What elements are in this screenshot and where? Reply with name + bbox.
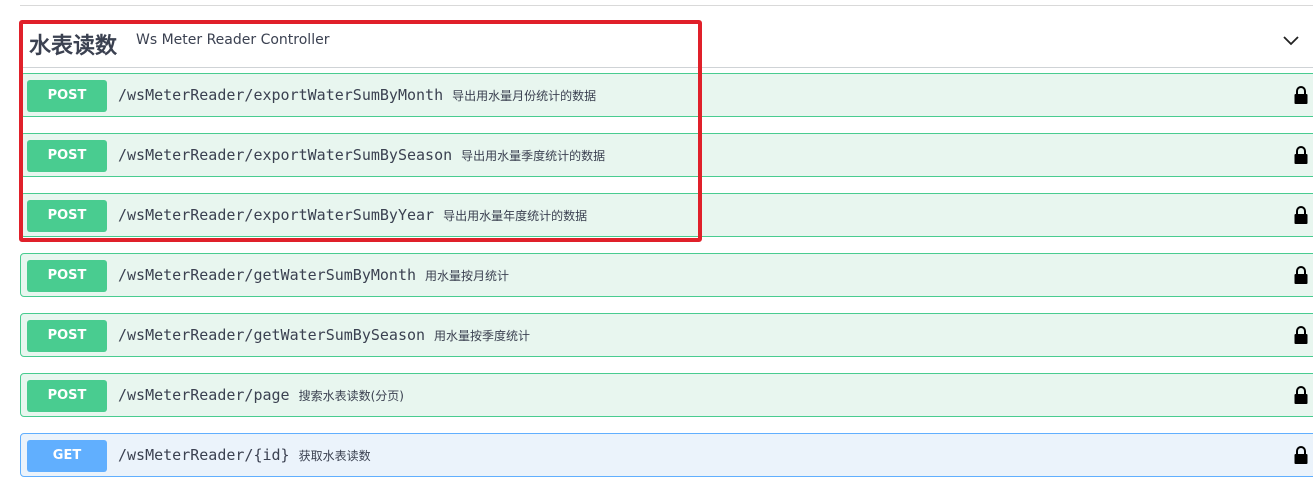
operation-path: /wsMeterReader/exportWaterSumByMonth bbox=[118, 86, 444, 104]
operation-path: /wsMeterReader/getWaterSumByMonth bbox=[118, 266, 417, 284]
operation-summary: 用水量按月统计 bbox=[425, 269, 510, 283]
lock-icon[interactable] bbox=[1293, 385, 1309, 405]
lock-icon[interactable] bbox=[1293, 445, 1309, 465]
method-badge: POST bbox=[27, 260, 107, 292]
method-badge: POST bbox=[27, 320, 107, 352]
operation-row[interactable]: GET /wsMeterReader/{id} 获取水表读数 bbox=[20, 433, 1313, 477]
operation-summary: 导出用水量月份统计的数据 bbox=[452, 89, 597, 103]
operation-path-line: /wsMeterReader/page 搜索水表读数(分页) bbox=[118, 386, 404, 404]
operation-row[interactable]: POST /wsMeterReader/page 搜索水表读数(分页) bbox=[20, 373, 1313, 417]
operation-path: /wsMeterReader/exportWaterSumBySeason bbox=[118, 146, 453, 164]
operation-row[interactable]: POST /wsMeterReader/getWaterSumByMonth 用水… bbox=[20, 253, 1313, 297]
operation-path: /wsMeterReader/{id} bbox=[118, 446, 290, 464]
operation-row[interactable]: POST /wsMeterReader/exportWaterSumByYear… bbox=[20, 193, 1313, 237]
lock-icon[interactable] bbox=[1293, 145, 1309, 165]
operation-path-line: /wsMeterReader/getWaterSumByMonth 用水量按月统计 bbox=[118, 266, 509, 284]
operation-row[interactable]: POST /wsMeterReader/exportWaterSumBySeas… bbox=[20, 133, 1313, 177]
lock-icon[interactable] bbox=[1293, 265, 1309, 285]
lock-icon[interactable] bbox=[1293, 205, 1309, 225]
operation-path: /wsMeterReader/exportWaterSumByYear bbox=[118, 206, 435, 224]
lock-icon[interactable] bbox=[1293, 325, 1309, 345]
method-badge: POST bbox=[27, 80, 107, 112]
operation-summary: 搜索水表读数(分页) bbox=[298, 389, 404, 403]
method-badge: GET bbox=[27, 440, 107, 472]
top-divider bbox=[20, 5, 1313, 6]
operation-row[interactable]: POST /wsMeterReader/getWaterSumBySeason 用… bbox=[20, 313, 1313, 357]
operation-summary: 导出用水量年度统计的数据 bbox=[443, 209, 588, 223]
operation-path-line: /wsMeterReader/exportWaterSumByMonth 导出用水… bbox=[118, 86, 596, 104]
operation-path: /wsMeterReader/page bbox=[118, 386, 290, 404]
method-badge: POST bbox=[27, 380, 107, 412]
tag-title: 水表读数 bbox=[29, 34, 118, 59]
operation-path-line: /wsMeterReader/exportWaterSumByYear 导出用水量… bbox=[118, 206, 587, 224]
method-badge: POST bbox=[27, 140, 107, 172]
method-badge: POST bbox=[27, 200, 107, 232]
operation-summary: 用水量按季度统计 bbox=[434, 329, 531, 343]
tag-section-header[interactable]: 水表读数 Ws Meter Reader Controller bbox=[20, 14, 1313, 68]
operation-summary: 导出用水量季度统计的数据 bbox=[461, 149, 606, 163]
operation-path-line: /wsMeterReader/getWaterSumBySeason 用水量按季度… bbox=[118, 326, 530, 344]
operation-path-line: /wsMeterReader/{id} 获取水表读数 bbox=[118, 446, 371, 464]
chevron-down-icon[interactable] bbox=[1282, 32, 1300, 50]
lock-icon[interactable] bbox=[1293, 85, 1309, 105]
tag-description: Ws Meter Reader Controller bbox=[136, 32, 330, 48]
operation-path: /wsMeterReader/getWaterSumBySeason bbox=[118, 326, 426, 344]
operation-path-line: /wsMeterReader/exportWaterSumBySeason 导出用… bbox=[118, 146, 605, 164]
operation-row[interactable]: POST /wsMeterReader/exportWaterSumByMont… bbox=[20, 73, 1313, 117]
operation-summary: 获取水表读数 bbox=[298, 449, 371, 463]
